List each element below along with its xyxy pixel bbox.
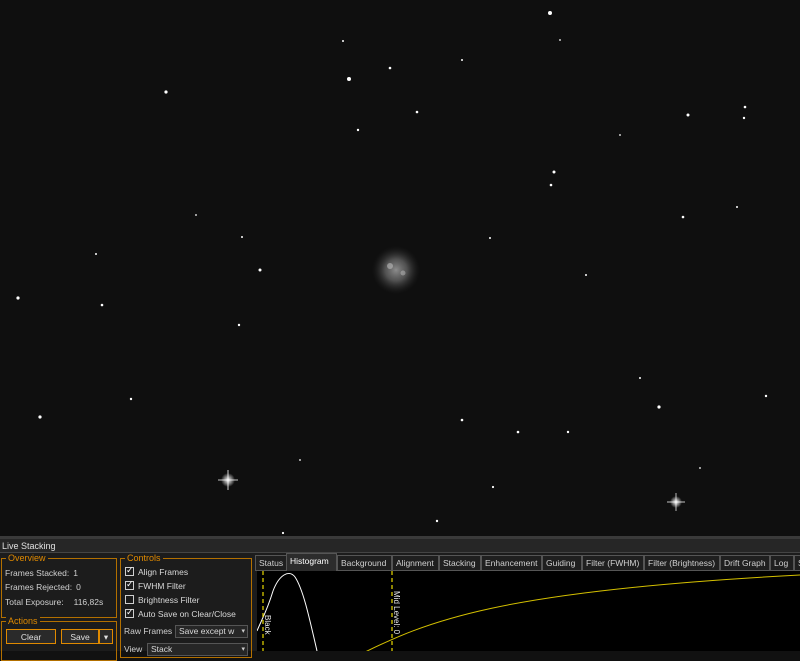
total-exposure-value: 116,82s bbox=[73, 597, 104, 607]
view-select[interactable]: Stack ▾ bbox=[147, 643, 248, 656]
overview-label: Overview bbox=[6, 553, 48, 564]
auto-save-check-icon[interactable] bbox=[125, 607, 134, 618]
tab-enhancement[interactable]: Enhancement bbox=[481, 555, 542, 570]
tab-background[interactable]: Background bbox=[337, 555, 392, 570]
live-stacking-panel: Live Stacking Overview Frames Stacked: 1 … bbox=[0, 539, 800, 661]
tab-stacking[interactable]: Stacking bbox=[439, 555, 481, 570]
total-exposure-row: Total Exposure: 116,82s bbox=[5, 597, 103, 607]
overview-group: Overview Frames Stacked: 1 Frames Rejecte… bbox=[1, 553, 117, 618]
fwhm-filter-label: FWHM Filter bbox=[138, 581, 186, 591]
stretch-curve bbox=[365, 574, 800, 651]
save-button[interactable]: Save bbox=[61, 629, 99, 644]
tab-filter-brightness[interactable]: Filter (Brightness) bbox=[644, 555, 720, 570]
stacked-image-view[interactable] bbox=[0, 0, 800, 538]
brightness-filter-label: Brightness Filter bbox=[138, 595, 200, 605]
raw-frames-value: Save except w bbox=[179, 626, 235, 636]
histogram-curve bbox=[257, 573, 318, 651]
auto-save-label: Auto Save on Clear/Close bbox=[138, 609, 236, 619]
star-field bbox=[0, 0, 800, 538]
tab-filter-fwhm[interactable]: Filter (FWHM) bbox=[582, 555, 644, 570]
chevron-down-icon: ▾ bbox=[241, 628, 245, 635]
controls-label: Controls bbox=[125, 553, 163, 564]
actions-group: Actions Clear Save ▾ bbox=[1, 616, 117, 661]
tab-histogram[interactable]: Histogram bbox=[286, 553, 337, 571]
raw-frames-select[interactable]: Save except w ▾ bbox=[175, 625, 248, 638]
histogram-plot bbox=[257, 571, 800, 651]
controls-group: Controls Align Frames FWHM Filter Bright… bbox=[120, 553, 252, 658]
view-value: Stack bbox=[151, 644, 173, 654]
histogram-view[interactable]: Black Mid Level: 0 bbox=[257, 571, 800, 651]
total-exposure-label: Total Exposure: bbox=[5, 597, 64, 607]
align-frames-label: Align Frames bbox=[138, 567, 189, 577]
frames-rejected-label: Frames Rejected: bbox=[5, 582, 73, 592]
clear-button[interactable]: Clear bbox=[6, 629, 56, 644]
save-dropdown-button[interactable]: ▾ bbox=[99, 629, 113, 644]
align-frames-check-icon[interactable] bbox=[125, 565, 134, 576]
tab-log[interactable]: Log bbox=[770, 555, 794, 570]
black-label: Black bbox=[263, 615, 272, 635]
tab-guiding[interactable]: Guiding bbox=[542, 555, 582, 570]
tab-bar: Status Histogram Background Alignment St… bbox=[255, 553, 800, 571]
align-frames-checkbox[interactable]: Align Frames bbox=[125, 565, 189, 577]
frames-stacked-value: 1 bbox=[73, 568, 78, 578]
raw-frames-label: Raw Frames bbox=[124, 626, 173, 636]
frames-rejected-value: 0 bbox=[76, 582, 81, 592]
tab-overflow[interactable]: S bbox=[794, 555, 800, 570]
fwhm-filter-check-icon[interactable] bbox=[125, 579, 134, 590]
brightness-filter-checkbox[interactable]: Brightness Filter bbox=[125, 595, 199, 605]
tab-status[interactable]: Status bbox=[255, 555, 287, 570]
tab-drift-graph[interactable]: Drift Graph bbox=[720, 555, 770, 570]
panel-title: Live Stacking bbox=[0, 539, 800, 553]
frames-stacked-row: Frames Stacked: 1 bbox=[5, 568, 78, 578]
chevron-down-icon: ▾ bbox=[241, 646, 245, 653]
frames-stacked-label: Frames Stacked: bbox=[5, 568, 70, 578]
view-label: View bbox=[124, 644, 143, 654]
auto-save-checkbox[interactable]: Auto Save on Clear/Close bbox=[125, 607, 236, 619]
actions-label: Actions bbox=[6, 616, 40, 627]
brightness-filter-check-icon[interactable] bbox=[125, 595, 134, 604]
mid-level-label: Mid Level: 0 bbox=[392, 591, 401, 635]
tab-alignment[interactable]: Alignment bbox=[392, 555, 439, 570]
nebula bbox=[372, 246, 420, 294]
fwhm-filter-checkbox[interactable]: FWHM Filter bbox=[125, 579, 186, 591]
frames-rejected-row: Frames Rejected: 0 bbox=[5, 582, 81, 592]
